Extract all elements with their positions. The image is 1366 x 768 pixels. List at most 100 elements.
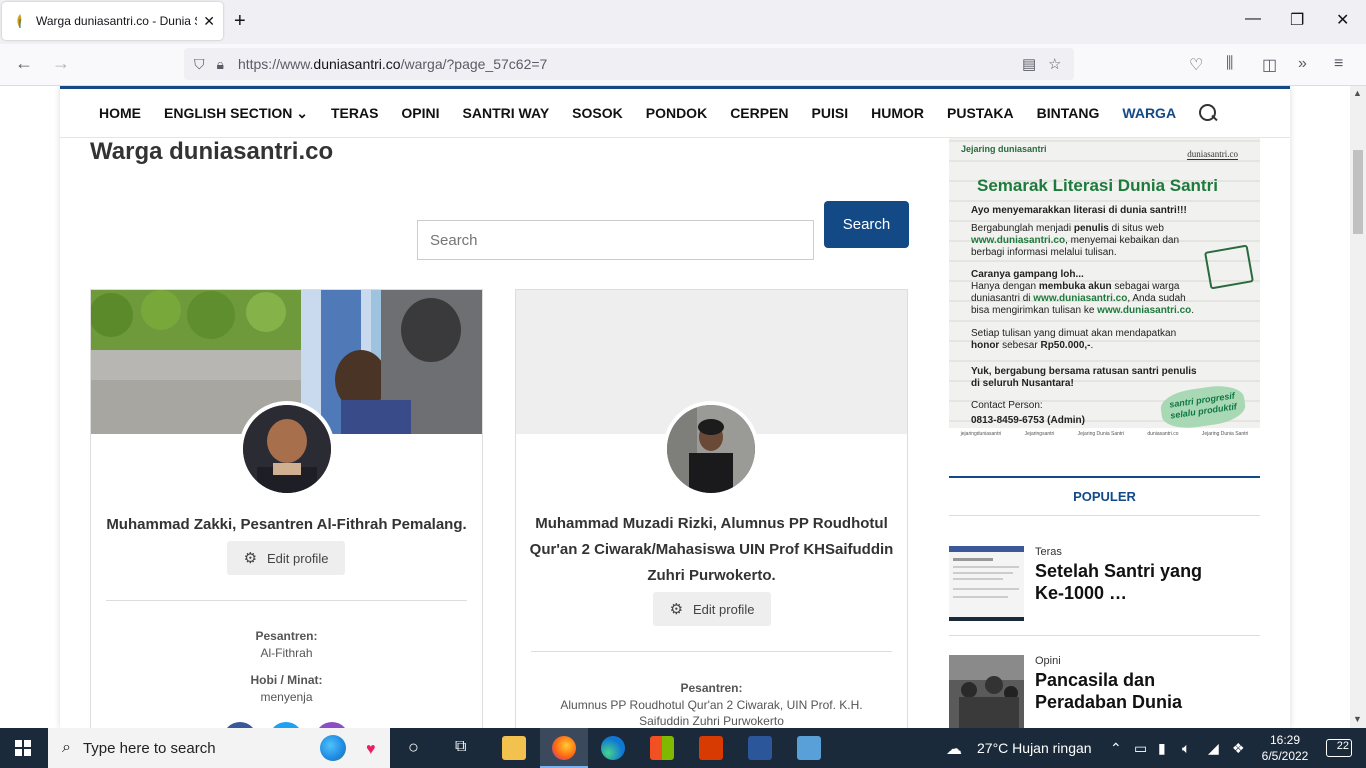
weather-text[interactable]: 27°C Hujan ringan (977, 740, 1092, 756)
nav-item-santri-way[interactable]: SANTRI WAY (463, 105, 550, 121)
windows-taskbar: ⌕ Type here to search ♥ ○ ⧉ ☁ 27°C Hujan… (0, 728, 1366, 768)
nav-item-english-section[interactable]: ENGLISH SECTION ⌄ (164, 105, 308, 122)
notification-center-icon[interactable]: 22 (1326, 739, 1352, 757)
popular-item-thumbnail[interactable] (949, 655, 1024, 728)
battery-icon[interactable]: ▮ (1158, 740, 1166, 757)
member-name[interactable]: Muhammad Muzadi Rizki, Alumnus PP Roudho… (526, 511, 897, 589)
taskbar-search-box[interactable]: ⌕ Type here to search ♥ (48, 728, 390, 768)
banner-domain-logo: duniasantri.co (1187, 149, 1238, 160)
volume-icon[interactable]: 🔈︎ (1182, 740, 1190, 757)
firefox-icon[interactable] (552, 736, 576, 760)
site-container: HOME ENGLISH SECTION ⌄ TERAS OPINI SANTR… (60, 86, 1290, 728)
dropbox-icon[interactable]: ❖ (1232, 740, 1245, 757)
nav-item-puisi[interactable]: PUISI (812, 105, 849, 121)
clock-time: 16:29 (1269, 733, 1301, 747)
heart-icon: ♥ (366, 741, 376, 758)
hobi-value: menyenja (260, 690, 313, 704)
site-main-nav: HOME ENGLISH SECTION ⌄ TERAS OPINI SANTR… (60, 86, 1290, 138)
member-avatar[interactable] (663, 401, 759, 497)
nav-item-cerpen[interactable]: CERPEN (730, 105, 788, 121)
meet-now-icon[interactable]: ▭ (1134, 740, 1147, 757)
page-title: Warga duniasantri.co (90, 138, 334, 165)
member-name[interactable]: Muhammad Zakki, Pesantren Al-Fithrah Pem… (101, 512, 472, 538)
browser-tab[interactable]: Warga duniasantri.co - Dunia Sa ✕ (2, 2, 223, 40)
nav-item-opini[interactable]: OPINI (401, 105, 439, 121)
popular-item-thumbnail[interactable] (949, 546, 1024, 621)
gear-icon: ⚙ (669, 601, 684, 618)
popular-item-category[interactable]: Teras (1035, 546, 1062, 558)
banner-line: Ayo menyemarakkan literasi di dunia sant… (971, 205, 1187, 216)
clock-date: 6/5/2022 (1261, 749, 1309, 763)
banner-heading: Semarak Literasi Dunia Santri (977, 176, 1218, 195)
close-tab-icon[interactable]: ✕ (203, 13, 215, 30)
pocket-icon[interactable]: ♡ (1189, 55, 1203, 75)
maximize-icon[interactable]: ❐ (1290, 10, 1304, 30)
popular-item[interactable]: Opini Pancasila dan Peradaban Dunia (949, 655, 1260, 728)
address-bar[interactable]: ⛉ 🔒︎ https://www.duniasantri.co/warga/?p… (184, 48, 1074, 80)
forward-icon[interactable]: → (52, 53, 70, 74)
search-button[interactable]: Search (824, 201, 909, 248)
nav-item-home[interactable]: HOME (99, 105, 141, 121)
show-hidden-icons[interactable]: ⌃ (1110, 740, 1122, 757)
file-explorer-icon[interactable] (502, 736, 526, 760)
site-favicon-icon (17, 14, 22, 28)
scroll-up-icon[interactable]: ▲ (1353, 88, 1362, 98)
taskbar-search-placeholder: Type here to search (82, 739, 216, 757)
nav-item-humor[interactable]: HUMOR (871, 105, 924, 121)
globe-icon (320, 735, 346, 761)
office-icon[interactable] (699, 736, 723, 760)
shield-icon[interactable]: ⛉ (194, 56, 205, 73)
divider (106, 600, 467, 601)
photos-icon[interactable] (797, 736, 821, 760)
popular-item[interactable]: Teras Setelah Santri yang Ke-1000 … (949, 546, 1260, 641)
edge-icon[interactable] (601, 736, 625, 760)
scrollbar-thumb[interactable] (1353, 150, 1363, 234)
page-scrollbar[interactable]: ▲ ▼ (1350, 86, 1366, 728)
taskbar-clock[interactable]: 16:29 6/5/2022 (1258, 732, 1312, 764)
literacy-banner[interactable]: Jejaring duniasantri duniasantri.co Sema… (949, 138, 1260, 440)
reader-view-icon[interactable]: ▤ (1022, 55, 1036, 73)
windows-start-icon[interactable] (15, 740, 31, 756)
library-icon[interactable]: ⫼ (1226, 55, 1233, 73)
popular-item-title[interactable]: Pancasila dan Peradaban Dunia (1035, 669, 1235, 713)
edit-profile-button[interactable]: ⚙ Edit profile (653, 592, 771, 626)
minimize-icon[interactable]: — (1245, 10, 1261, 28)
popular-item-category[interactable]: Opini (1035, 655, 1061, 667)
nav-item-pondok[interactable]: PONDOK (646, 105, 707, 121)
divider (531, 651, 892, 652)
scroll-down-icon[interactable]: ▼ (1353, 714, 1362, 724)
pesantren-value: Al-Fithrah (260, 646, 313, 660)
member-card: Muhammad Muzadi Rizki, Alumnus PP Roudho… (515, 289, 908, 728)
pesantren-label: Pesantren: (255, 629, 318, 643)
close-window-icon[interactable]: ✕ (1336, 10, 1349, 30)
member-search-input[interactable] (417, 220, 814, 260)
nav-item-bintang[interactable]: BINTANG (1037, 105, 1100, 121)
pesantren-label: Pesantren: (680, 681, 743, 695)
lock-icon[interactable]: 🔒︎ (217, 56, 224, 73)
url-text[interactable]: https://www.duniasantri.co/warga/?page_5… (238, 56, 547, 72)
cortana-icon[interactable]: ○ (408, 737, 419, 758)
search-icon[interactable] (1199, 104, 1217, 122)
word-icon[interactable] (748, 736, 772, 760)
banner-social-footer: jejaringduniasantri Jejaringsantri Jejar… (949, 428, 1260, 440)
popular-item-title[interactable]: Setelah Santri yang Ke-1000 … (1035, 560, 1235, 604)
tab-title: Warga duniasantri.co - Dunia Sa (36, 14, 198, 28)
sidebar-icon[interactable]: ◫ (1262, 55, 1277, 75)
network-icon[interactable]: ◢ (1208, 740, 1219, 757)
nav-item-sosok[interactable]: SOSOK (572, 105, 623, 121)
nav-item-warga[interactable]: WARGA (1122, 105, 1176, 121)
new-tab-icon[interactable]: + (234, 10, 246, 33)
search-icon: ⌕ (62, 739, 71, 756)
microsoft-store-icon[interactable] (650, 736, 674, 760)
nav-item-teras[interactable]: TERAS (331, 105, 378, 121)
edit-profile-button[interactable]: ⚙ Edit profile (227, 541, 345, 575)
nav-item-pustaka[interactable]: PUSTAKA (947, 105, 1014, 121)
popular-heading: POPULER (949, 476, 1260, 516)
more-tools-icon[interactable]: » (1298, 55, 1307, 73)
back-icon[interactable]: ← (15, 53, 33, 74)
bookmark-star-icon[interactable]: ☆ (1048, 55, 1061, 73)
member-avatar[interactable] (239, 401, 335, 497)
menu-icon[interactable]: ≡ (1334, 55, 1343, 73)
task-view-icon[interactable]: ⧉ (455, 738, 466, 756)
weather-icon[interactable]: ☁ (946, 739, 962, 759)
